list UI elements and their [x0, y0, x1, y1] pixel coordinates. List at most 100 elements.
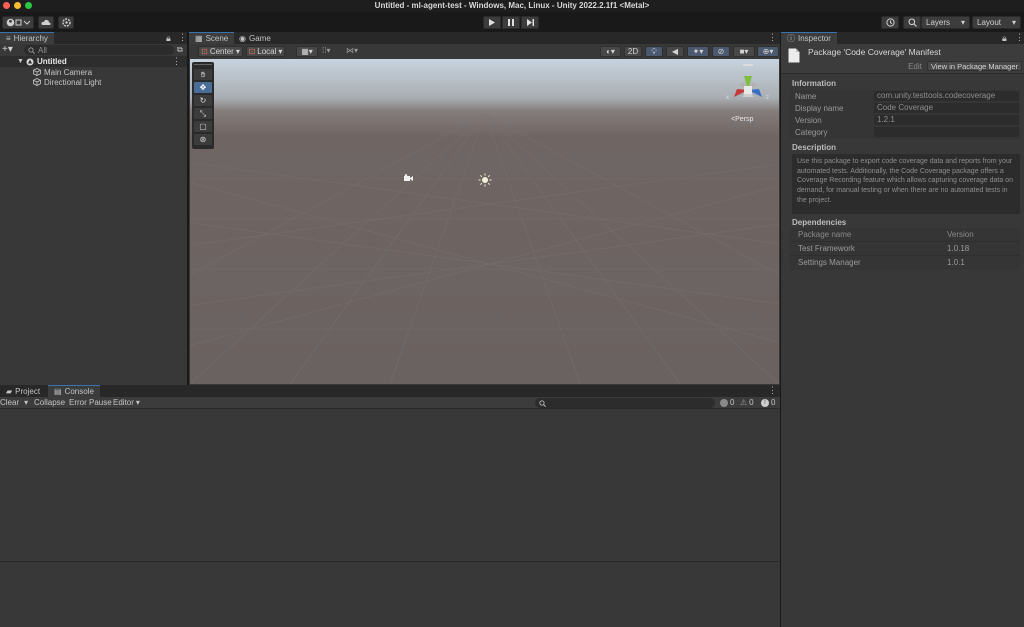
pivot-dropdown[interactable]: ⊡ Center ▾ [198, 46, 243, 57]
more-options-icon[interactable]: ⋮ [768, 32, 777, 43]
snap-icon: ⋈▾ [346, 46, 359, 55]
edit-button[interactable]: Edit [905, 61, 925, 71]
search-icon [907, 18, 917, 27]
rect-icon: ▢ [199, 122, 207, 131]
editor-dropdown[interactable]: Editor ▾ [113, 398, 140, 407]
projection-toggle[interactable]: <Persp [731, 116, 753, 123]
splitter[interactable] [187, 32, 189, 385]
more-options-icon[interactable]: ⋮ [178, 32, 187, 43]
eye-slash-icon: ⊘ [717, 47, 725, 56]
cloud-button[interactable] [38, 16, 54, 29]
account-dropdown[interactable] [2, 16, 34, 29]
field-label: Version [795, 116, 822, 125]
collab-button[interactable] [58, 16, 74, 29]
2d-label: 2D [627, 47, 639, 56]
clear-dropdown[interactable]: Clear ▾ [0, 398, 28, 407]
tab-scene[interactable]: ▦ Scene [189, 32, 235, 44]
gizmos-dropdown[interactable]: ⊕▾ [757, 46, 779, 57]
layout-dropdown[interactable]: Layout ▾ [972, 16, 1021, 29]
scale-tool-button[interactable]: ⤡ [194, 108, 212, 119]
rotate-tool-button[interactable]: ↻ [194, 95, 212, 106]
filter-icon[interactable]: ⧉ [177, 45, 183, 55]
space-dropdown[interactable]: ⊡ Local ▾ [246, 46, 285, 57]
grid-dots-icon: ⁞⁞▾ [322, 46, 331, 55]
error-icon: ! [761, 398, 769, 407]
tab-hierarchy[interactable]: ≡ Hierarchy [0, 32, 54, 44]
layers-dropdown[interactable]: Layers ▾ [921, 16, 970, 29]
move-tool-button[interactable]: ✥ [194, 82, 212, 93]
audio-toggle[interactable]: ◀︎ [666, 46, 684, 57]
transform-tool-button[interactable]: ⊛ [194, 134, 212, 145]
search-button[interactable] [903, 16, 921, 29]
warning-count-toggle[interactable]: ⚠︎ 0 [740, 398, 754, 407]
error-count: 0 [771, 398, 776, 407]
information-header: Information [792, 79, 836, 88]
camera-gizmo-icon[interactable] [403, 174, 414, 182]
play-button[interactable] [483, 16, 501, 29]
tab-game-label: Game [248, 33, 271, 43]
lighting-toggle[interactable]: 💡︎ [645, 46, 663, 57]
scene-toolbar: ⊡ Center ▾ ⊡ Local ▾ ▦▾ ⁞⁞▾ ⋈▾ ◐▾ 2D 💡︎ … [189, 44, 780, 59]
pivot-icon: ⊡ [201, 47, 208, 56]
tab-inspector[interactable]: ⓘ Inspector [781, 32, 837, 44]
gear-icon [61, 18, 71, 27]
gizmos-globe-icon: ⊕▾ [762, 47, 774, 56]
console-icon: ▤ [54, 387, 62, 396]
add-object-button[interactable]: +▾ [2, 44, 13, 55]
local-space-icon: ⊡ [248, 47, 256, 56]
hand-tool-button[interactable]: ✋︎ [194, 69, 212, 80]
undo-history-button[interactable] [881, 16, 899, 29]
increment-snap-button[interactable]: ⋈▾ [346, 46, 368, 57]
field-value: 1.2.1 [874, 115, 1019, 125]
dependency-name: Settings Manager [798, 258, 861, 267]
hierarchy-search-placeholder: All [38, 45, 47, 55]
dep-col-version-header: Version [947, 230, 974, 239]
hierarchy-search-input[interactable]: All [24, 45, 174, 55]
list-item[interactable]: Main Camera [0, 67, 187, 77]
scene-options-icon[interactable]: ⋮ [172, 56, 181, 67]
field-value: Code Coverage [874, 103, 1019, 113]
orientation-gizmo[interactable]: x z [723, 64, 773, 108]
view-in-package-manager-button[interactable]: View in Package Manager [927, 61, 1022, 71]
console-search-input[interactable] [535, 398, 715, 408]
tab-console[interactable]: ▤ Console [48, 385, 100, 397]
error-pause-toggle[interactable]: Error Pause [69, 398, 112, 407]
scene-root-row[interactable]: ▼ Untitled ⋮ [0, 56, 187, 67]
more-options-icon[interactable]: ⋮ [1015, 32, 1024, 43]
lock-icon[interactable]: 🔒︎ [166, 33, 171, 44]
tab-game[interactable]: ◉ Game [233, 32, 277, 44]
pause-button[interactable] [502, 16, 520, 29]
draw-mode-dropdown[interactable]: ◐▾ [600, 46, 621, 57]
layers-label: Layers [926, 18, 951, 27]
hidden-objects-toggle[interactable]: ⊘ [712, 46, 730, 57]
palette-drag-handle[interactable] [194, 64, 212, 67]
dependencies-table: Package name Version Test Framework 1.0.… [790, 228, 1020, 270]
collapse-toggle[interactable]: Collapse [34, 398, 65, 407]
rect-tool-button[interactable]: ▢ [194, 121, 212, 132]
error-count-toggle[interactable]: ! 0 [761, 398, 775, 407]
splitter[interactable] [780, 32, 781, 627]
2d-toggle[interactable]: 2D [624, 46, 642, 57]
step-button[interactable] [521, 16, 539, 29]
gizmo-x-label: x [726, 95, 729, 101]
effects-dropdown[interactable]: ✦▾ [687, 46, 709, 57]
tab-project[interactable]: ▰ Project [0, 385, 46, 397]
field-label: Display name [795, 104, 844, 113]
hierarchy-panel: ≡ Hierarchy 🔒︎ ⋮ +▾ All ⧉ ▼ Untitled ⋮ M… [0, 32, 187, 385]
grid-snapping-button[interactable]: ▦▾ [296, 46, 318, 57]
scene-viewport[interactable]: ✋︎ ✥ ↻ ⤡ ▢ ⊛ x z <Persp [190, 59, 779, 384]
more-options-icon[interactable]: ⋮ [768, 385, 777, 396]
foldout-arrow-icon[interactable]: ▼ [17, 58, 24, 65]
console-log-list[interactable] [0, 409, 780, 561]
console-tabstrip: ▰ Project ▤ Console ⋮ [0, 385, 780, 397]
lock-icon[interactable]: 🔒︎ [1002, 33, 1007, 44]
list-item[interactable]: Directional Light [0, 77, 187, 87]
message-count-toggle[interactable]: 0 [720, 398, 734, 407]
effects-icon: ✦▾ [692, 47, 704, 56]
description-text: Use this package to export code coverage… [792, 154, 1020, 214]
shading-sphere-icon: ◐▾ [606, 47, 615, 56]
grid-visibility-button[interactable]: ⁞⁞▾ [322, 46, 342, 57]
camera-settings-dropdown[interactable]: ■▾ [733, 46, 755, 57]
light-gizmo-icon[interactable] [478, 173, 492, 187]
rotate-icon: ↻ [199, 96, 207, 105]
